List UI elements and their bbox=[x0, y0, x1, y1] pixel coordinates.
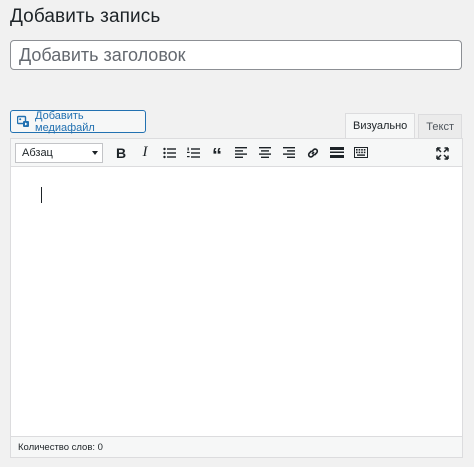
align-left-button[interactable] bbox=[229, 142, 253, 164]
format-select[interactable]: Абзац bbox=[15, 142, 103, 163]
numbered-list-button[interactable] bbox=[181, 142, 205, 164]
add-media-button[interactable]: Добавить медиафайл bbox=[10, 109, 146, 134]
word-count: Количество слов: 0 bbox=[18, 441, 103, 453]
fullscreen-icon bbox=[435, 146, 449, 160]
align-center-button[interactable] bbox=[253, 142, 277, 164]
toolbar-toggle-button[interactable] bbox=[349, 142, 373, 164]
read-more-icon bbox=[330, 147, 344, 158]
italic-button[interactable]: I bbox=[133, 142, 157, 164]
align-right-button[interactable] bbox=[277, 142, 301, 164]
editor-content[interactable] bbox=[11, 167, 462, 436]
post-title-input[interactable] bbox=[10, 40, 462, 70]
text-cursor bbox=[41, 187, 42, 203]
read-more-button[interactable] bbox=[325, 142, 349, 164]
page-title: Добавить запись bbox=[10, 6, 161, 27]
add-media-label: Добавить медиафайл bbox=[35, 109, 95, 134]
tab-text[interactable]: Текст bbox=[418, 114, 462, 138]
bold-icon: B bbox=[115, 144, 127, 161]
align-center-icon bbox=[259, 147, 271, 158]
media-icon bbox=[17, 115, 29, 127]
numbered-list-icon bbox=[186, 147, 200, 158]
format-select-value: Абзац bbox=[22, 146, 53, 159]
bulleted-list-icon bbox=[162, 147, 176, 158]
quote-icon: “ bbox=[212, 145, 222, 167]
link-icon bbox=[307, 147, 319, 158]
chevron-down-icon bbox=[92, 150, 98, 155]
insert-link-button[interactable] bbox=[301, 142, 325, 164]
fullscreen-button[interactable] bbox=[430, 142, 454, 164]
editor-tabs: Визуально Текст bbox=[345, 113, 462, 138]
keyboard-icon bbox=[354, 147, 368, 158]
align-left-icon bbox=[235, 147, 247, 158]
tab-visual[interactable]: Визуально bbox=[345, 113, 416, 138]
bulleted-list-button[interactable] bbox=[157, 142, 181, 164]
editor-statusbar: Количество слов: 0 bbox=[11, 436, 462, 457]
italic-icon: I bbox=[142, 144, 148, 160]
bold-button[interactable]: B bbox=[109, 142, 133, 164]
align-right-icon bbox=[283, 147, 295, 158]
blockquote-button[interactable]: “ bbox=[205, 142, 229, 167]
editor-toolbar: Абзац B I “ bbox=[11, 139, 462, 167]
editor: Абзац B I “ Количество слов: 0 bbox=[10, 138, 463, 458]
